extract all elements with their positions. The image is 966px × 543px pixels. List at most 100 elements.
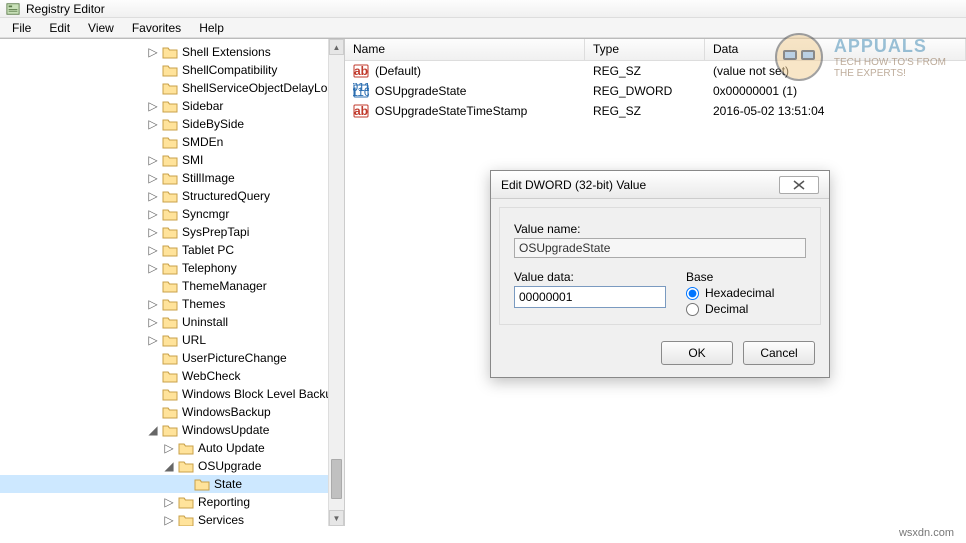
- radio-hex-input[interactable]: [686, 287, 699, 300]
- tree-item[interactable]: UserPictureChange: [0, 349, 344, 367]
- tree-item[interactable]: ▷StructuredQuery: [0, 187, 344, 205]
- tree-item-label: ThemeManager: [182, 279, 267, 293]
- tree-item[interactable]: ▷Syncmgr: [0, 205, 344, 223]
- tree-item[interactable]: ▷Themes: [0, 295, 344, 313]
- tree-item-label: URL: [182, 333, 206, 347]
- expander-icon[interactable]: ▷: [148, 245, 158, 255]
- tree-item[interactable]: ThemeManager: [0, 277, 344, 295]
- menu-view[interactable]: View: [80, 19, 122, 37]
- expander-icon[interactable]: [148, 353, 158, 363]
- app-icon: [6, 2, 20, 16]
- expander-icon[interactable]: ▷: [148, 47, 158, 57]
- tree-item[interactable]: ▷SysPrepTapi: [0, 223, 344, 241]
- column-header-name[interactable]: Name: [345, 39, 585, 60]
- expander-icon[interactable]: ▷: [148, 101, 158, 111]
- expander-icon[interactable]: [148, 83, 158, 93]
- folder-icon: [162, 117, 178, 131]
- tree-item[interactable]: ▷Sidebar: [0, 97, 344, 115]
- expander-icon[interactable]: ◢: [148, 425, 158, 435]
- expander-icon[interactable]: ▷: [164, 515, 174, 525]
- column-header-data[interactable]: Data: [705, 39, 966, 60]
- expander-icon[interactable]: ▷: [148, 299, 158, 309]
- tree-item[interactable]: ▷SMI: [0, 151, 344, 169]
- tree-item[interactable]: WebCheck: [0, 367, 344, 385]
- radio-dec-label: Decimal: [705, 302, 748, 316]
- expander-icon[interactable]: ▷: [148, 263, 158, 273]
- footer-url: wsxdn.com: [899, 527, 954, 539]
- value-row[interactable]: abOSUpgradeStateTimeStampREG_SZ2016-05-0…: [345, 101, 966, 121]
- expander-icon[interactable]: ▷: [148, 317, 158, 327]
- menu-help[interactable]: Help: [191, 19, 232, 37]
- tree-item[interactable]: ▷Services: [0, 511, 344, 526]
- dialog-title: Edit DWORD (32-bit) Value: [501, 178, 646, 192]
- value-row[interactable]: 011110OSUpgradeStateREG_DWORD0x00000001 …: [345, 81, 966, 101]
- menu-file[interactable]: File: [4, 19, 39, 37]
- expander-icon[interactable]: [148, 389, 158, 399]
- base-groupbox-label: Base: [686, 270, 806, 284]
- tree-item-label: Shell Extensions: [182, 45, 271, 59]
- expander-icon[interactable]: ▷: [148, 191, 158, 201]
- cancel-button[interactable]: Cancel: [743, 341, 815, 365]
- value-type: REG_SZ: [585, 64, 705, 78]
- radio-hexadecimal[interactable]: Hexadecimal: [686, 286, 806, 300]
- tree-item[interactable]: ▷Auto Update: [0, 439, 344, 457]
- value-row[interactable]: ab(Default)REG_SZ(value not set): [345, 61, 966, 81]
- tree-item[interactable]: ▷Uninstall: [0, 313, 344, 331]
- tree-item[interactable]: ▷SideBySide: [0, 115, 344, 133]
- tree-item[interactable]: ▷Tablet PC: [0, 241, 344, 259]
- tree-item[interactable]: ▷StillImage: [0, 169, 344, 187]
- value-name-field: [514, 238, 806, 258]
- expander-icon[interactable]: [148, 281, 158, 291]
- column-header-type[interactable]: Type: [585, 39, 705, 60]
- folder-icon: [178, 459, 194, 473]
- folder-icon: [162, 333, 178, 347]
- tree-item[interactable]: Windows Block Level Backup: [0, 385, 344, 403]
- folder-icon: [194, 477, 210, 491]
- scroll-down-button[interactable]: ▼: [329, 510, 344, 526]
- folder-icon: [162, 45, 178, 59]
- tree-item[interactable]: ▷ Reporting: [0, 493, 344, 511]
- tree-item[interactable]: SMDEn: [0, 133, 344, 151]
- expander-icon[interactable]: [180, 479, 190, 489]
- tree-item[interactable]: ◢WindowsUpdate: [0, 421, 344, 439]
- radio-decimal[interactable]: Decimal: [686, 302, 806, 316]
- expander-icon[interactable]: [148, 65, 158, 75]
- expander-icon[interactable]: ▷: [148, 209, 158, 219]
- expander-icon[interactable]: ▷: [148, 173, 158, 183]
- value-data-field[interactable]: [514, 286, 666, 308]
- folder-icon: [162, 423, 178, 437]
- value-data-label: Value data:: [514, 270, 666, 284]
- expander-icon[interactable]: ◢: [164, 461, 174, 471]
- radio-dec-input[interactable]: [686, 303, 699, 316]
- ok-button[interactable]: OK: [661, 341, 733, 365]
- tree-item[interactable]: ▷Telephony: [0, 259, 344, 277]
- registry-tree[interactable]: ▷ Shell Extensions ShellCompatibilityShell…: [0, 39, 344, 526]
- expander-icon[interactable]: ▷: [148, 119, 158, 129]
- scroll-thumb[interactable]: [331, 459, 342, 499]
- expander-icon[interactable]: ▷: [164, 497, 174, 507]
- scroll-up-button[interactable]: ▲: [329, 39, 344, 55]
- menu-favorites[interactable]: Favorites: [124, 19, 189, 37]
- expander-icon[interactable]: ▷: [148, 227, 158, 237]
- tree-item-label: Reporting: [198, 495, 250, 509]
- expander-icon[interactable]: [148, 137, 158, 147]
- expander-icon[interactable]: ▷: [164, 443, 174, 453]
- tree-item[interactable]: State: [0, 475, 344, 493]
- tree-scrollbar[interactable]: ▲ ▼: [328, 39, 344, 526]
- dialog-titlebar[interactable]: Edit DWORD (32-bit) Value: [491, 171, 829, 199]
- tree-item[interactable]: ShellServiceObjectDelayLoad: [0, 79, 344, 97]
- dialog-close-button[interactable]: [779, 176, 819, 194]
- tree-item[interactable]: ▷ Shell Extensions: [0, 43, 344, 61]
- menu-edit[interactable]: Edit: [41, 19, 78, 37]
- expander-icon[interactable]: [148, 371, 158, 381]
- tree-item[interactable]: WindowsBackup: [0, 403, 344, 421]
- tree-item[interactable]: ▷ URL: [0, 331, 344, 349]
- tree-item[interactable]: ◢OSUpgrade: [0, 457, 344, 475]
- folder-icon: [162, 189, 178, 203]
- expander-icon[interactable]: ▷: [148, 335, 158, 345]
- value-name: OSUpgradeState: [375, 84, 466, 98]
- tree-item-label: State: [214, 477, 242, 491]
- expander-icon[interactable]: [148, 407, 158, 417]
- tree-item[interactable]: ShellCompatibility: [0, 61, 344, 79]
- expander-icon[interactable]: ▷: [148, 155, 158, 165]
